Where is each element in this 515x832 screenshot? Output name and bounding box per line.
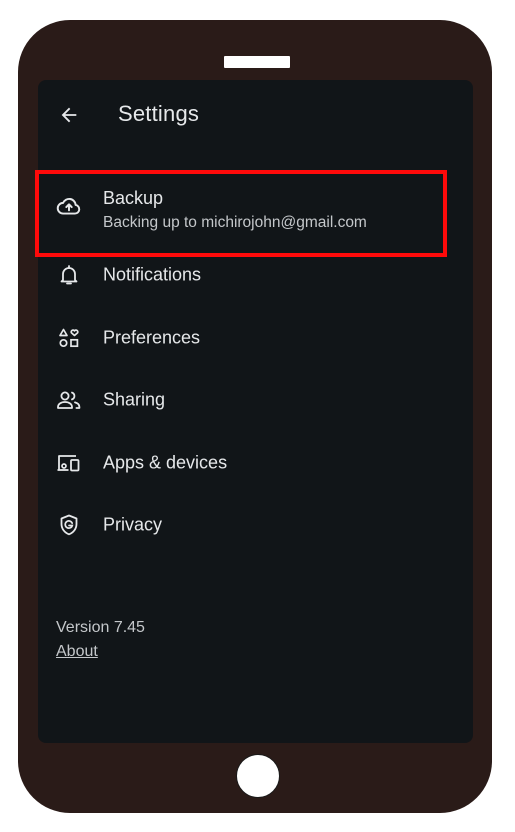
devices-icon — [56, 450, 82, 476]
shapes-icon — [56, 325, 82, 351]
people-icon — [56, 387, 82, 413]
privacy-label: Privacy — [103, 514, 163, 535]
menu-item-preferences[interactable]: Preferences — [38, 307, 473, 370]
notifications-label: Notifications — [103, 264, 202, 285]
page-title: Settings — [118, 101, 200, 126]
home-button[interactable] — [236, 754, 280, 798]
phone-speaker — [224, 56, 290, 68]
menu-item-sharing[interactable]: Sharing — [38, 369, 473, 432]
phone-screen: Settings Backup Backing up to michirojoh… — [38, 80, 473, 743]
menu-item-backup[interactable]: Backup Backing up to michirojohn@gmail.c… — [38, 168, 473, 244]
backup-account-label: Backing up to michirojohn@gmail.com — [103, 214, 367, 231]
menu-item-notifications[interactable]: Notifications — [38, 244, 473, 307]
back-button[interactable] — [54, 100, 84, 130]
app-bar: Settings — [38, 80, 473, 150]
menu-item-privacy[interactable]: Privacy — [38, 494, 473, 557]
bell-icon — [56, 262, 82, 288]
shield-icon — [56, 512, 82, 538]
arrow-back-icon — [58, 104, 80, 126]
about-link[interactable]: About — [56, 643, 98, 661]
sharing-label: Sharing — [103, 389, 166, 410]
backup-label: Backup — [103, 188, 164, 208]
version-text: Version 7.45 — [56, 619, 145, 636]
menu-item-apps-devices[interactable]: Apps & devices — [38, 432, 473, 495]
cloud-upload-icon — [56, 193, 82, 219]
settings-menu: Backup Backing up to michirojohn@gmail.c… — [38, 168, 473, 557]
preferences-label: Preferences — [103, 327, 201, 348]
apps-devices-label: Apps & devices — [103, 452, 228, 473]
